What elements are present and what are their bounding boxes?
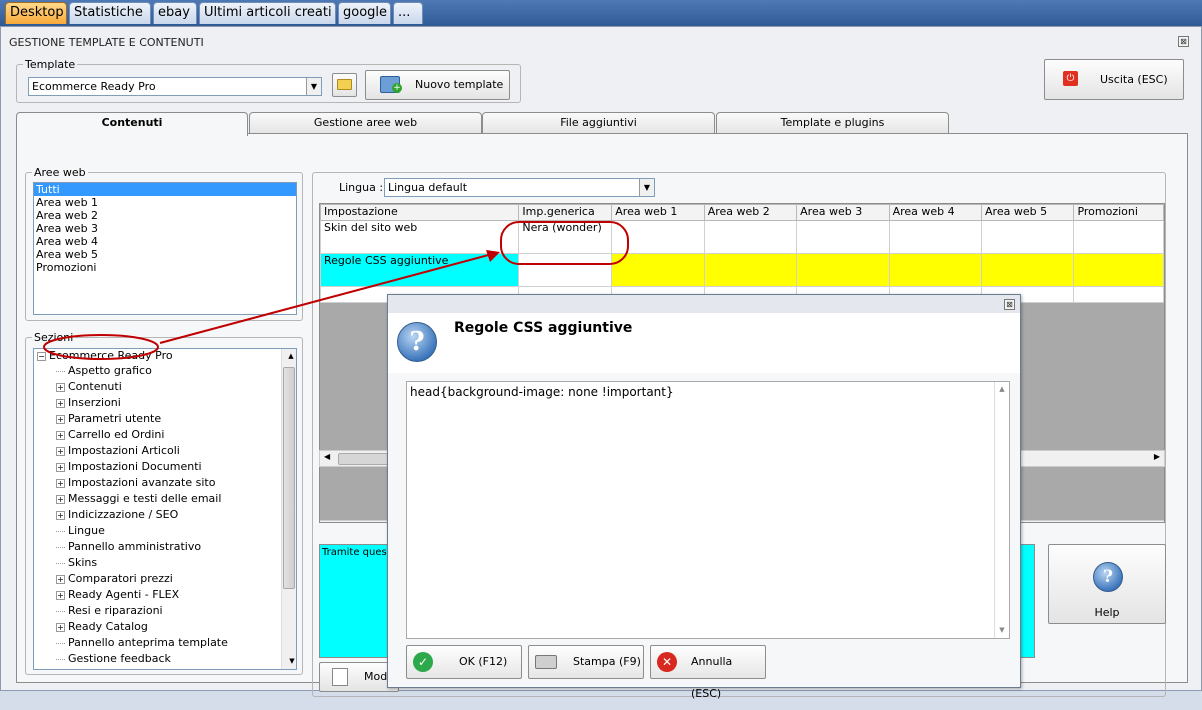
tab-contenuti[interactable]: Contenuti <box>16 112 248 136</box>
annotation-arrowhead <box>486 250 500 262</box>
annotation-ellipse-aspetto <box>43 334 159 360</box>
annotation-ellipse-cell <box>500 221 629 265</box>
annotation-layer <box>43 221 629 360</box>
annotation-arrow <box>159 252 497 344</box>
